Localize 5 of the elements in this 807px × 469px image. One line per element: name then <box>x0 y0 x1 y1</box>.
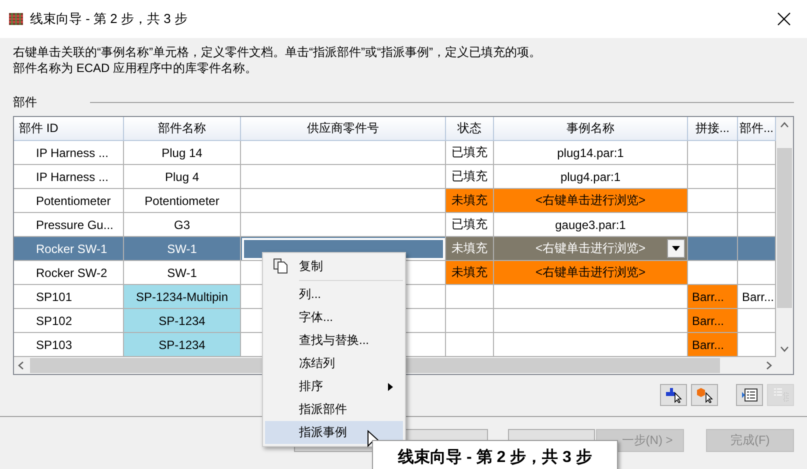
window-title: 线束向导 - 第 2 步，共 3 步 <box>30 10 188 28</box>
instruction-text: 右键单击关联的“事例名称”单元格，定义零件文档。单击“指派部件”或“指派事例”，定义已填充的项。 <box>13 44 542 60</box>
group-label: 部件 <box>13 94 38 110</box>
tooltip: 线束向导 - 第 2 步，共 3 步 <box>372 440 618 469</box>
instruction-text: 部件名称为 ECAD 应用程序中的库零件名称。 <box>13 60 258 76</box>
